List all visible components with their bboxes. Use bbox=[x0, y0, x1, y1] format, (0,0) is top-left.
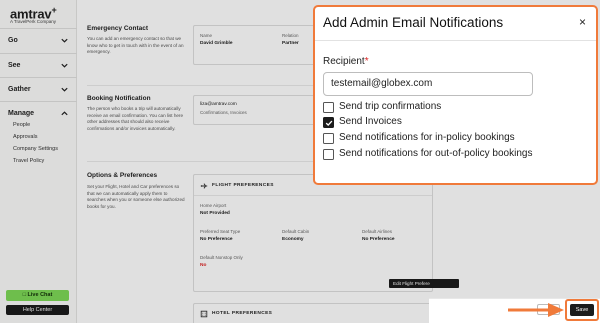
recipient-label-text: Recipient bbox=[323, 56, 365, 67]
recipient-label: Recipient* bbox=[323, 56, 369, 67]
checkbox[interactable] bbox=[323, 133, 334, 144]
option-label: Send notifications for in-policy booking… bbox=[339, 132, 515, 143]
arrow-right-icon bbox=[508, 303, 564, 317]
recipient-email-input[interactable]: testemail@globex.com bbox=[323, 72, 533, 96]
checkbox[interactable] bbox=[323, 102, 334, 113]
checkmark-icon bbox=[325, 120, 333, 127]
add-admin-email-modal: Add Admin Email Notifications × Recipien… bbox=[313, 5, 598, 185]
checkbox-checked[interactable] bbox=[323, 117, 334, 128]
option-label: Send trip confirmations bbox=[339, 101, 442, 112]
required-mark: * bbox=[364, 56, 369, 67]
checkbox[interactable] bbox=[323, 149, 334, 160]
option-label: Send notifications for out-of-policy boo… bbox=[339, 148, 533, 159]
save-button[interactable]: Save bbox=[570, 304, 594, 316]
option-label: Send Invoices bbox=[339, 116, 402, 127]
modal-title: Add Admin Email Notifications bbox=[323, 15, 504, 30]
divider bbox=[315, 40, 596, 41]
close-icon[interactable]: × bbox=[579, 15, 586, 29]
